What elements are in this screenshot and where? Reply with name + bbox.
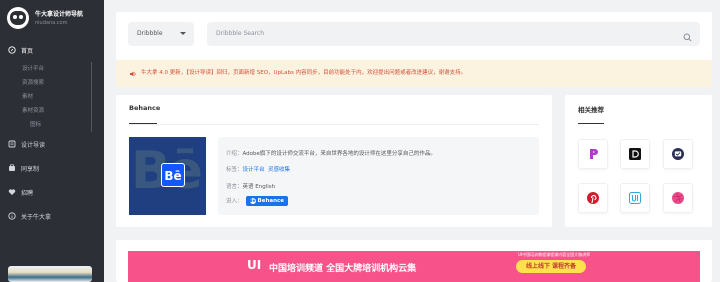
behance-logo-badge: Bē — [161, 163, 185, 187]
chevron-down-icon — [180, 32, 186, 35]
banner-text: 中国培训频道 全国大牌培训机构云集 — [269, 264, 417, 274]
search-engine-select[interactable]: Dribbble — [128, 22, 194, 46]
sidebar-item-label: 关于牛大拿 — [21, 213, 52, 221]
submenu-child-item[interactable]: 图标 — [22, 118, 91, 132]
related-site-uplabs[interactable] — [620, 183, 650, 213]
related-site-screens[interactable] — [663, 139, 693, 169]
notice-bar: 牛大拿 4.0 更新，【设计导读】回归，页面新增 SEO，UpLabs 内容同步… — [116, 60, 712, 87]
search-placeholder: Dribbble Search — [216, 30, 265, 37]
sidebar-item-share[interactable]: 同享制 — [0, 156, 104, 180]
intro-row: 介绍：Adobe旗下的设计师交流平台，来自世界各地的设计师在这里分享自己的作品。 — [226, 149, 436, 157]
search-card: Dribbble Dribbble Search — [116, 12, 712, 60]
uplabs-icon — [629, 192, 641, 204]
compass-icon — [8, 46, 16, 54]
behance-logo-image[interactable]: Bē Bē — [129, 137, 206, 215]
article-icon — [8, 140, 16, 148]
visit-button-label: Behance — [257, 198, 284, 204]
related-site-dribbble[interactable] — [663, 183, 693, 213]
home-submenu: 设计平台 资源搜索 素材 素材资源 图标 — [22, 62, 92, 132]
sidebar-nav: 首页 设计平台 资源搜索 素材 素材资源 图标 设计导读 同享制 招聘 关于牛大… — [0, 38, 104, 228]
visit-behance-button[interactable]: Bē Behance — [245, 196, 288, 206]
related-card: 相关推荐 — [565, 95, 712, 227]
info-icon — [8, 212, 16, 220]
title-underline — [578, 123, 604, 124]
related-site-pinterest[interactable] — [578, 183, 608, 213]
intro-value: Adobe旗下的设计师交流平台，来自世界各地的设计师在这里分享自己的作品。 — [242, 151, 436, 157]
sidebar-item-home[interactable]: 首页 — [0, 38, 104, 62]
ad-banner[interactable]: UI 中国培训频道 全国大牌培训机构云集 UI中国培训教程课程课内容全国大咖讲师… — [128, 251, 700, 282]
language-row: 语言：英语 English — [226, 182, 275, 190]
dribbble-icon — [672, 192, 684, 204]
speaker-icon — [129, 70, 137, 78]
language-label: 语言： — [226, 184, 243, 190]
sidebar: 牛大拿设计师导航 niudana.com 首页 设计平台 资源搜索 素材 素材资… — [0, 0, 104, 282]
related-site-dribbble-d[interactable] — [620, 139, 650, 169]
search-icon[interactable] — [683, 29, 692, 53]
submenu-item[interactable]: 素材资源 — [22, 104, 91, 118]
search-engine-label: Dribbble — [137, 30, 163, 37]
site-detail-card: Behance Bē Bē 介绍：Adobe旗下的设计师交流平台，来自世界各地的… — [116, 95, 552, 227]
share-icon — [8, 164, 16, 172]
sidebar-thumbnail[interactable] — [8, 266, 92, 282]
notice-text: 牛大拿 4.0 更新，【设计导读】回归，页面新增 SEO，UpLabs 内容同步… — [141, 70, 467, 76]
sidebar-item-label: 设计导读 — [21, 141, 46, 149]
submenu-item[interactable]: 资源搜索 — [22, 76, 91, 90]
site-title: Behance — [129, 104, 161, 112]
logo-icon — [7, 7, 29, 29]
banner-small-text: UI中国培训教程课程课内容全国大咖讲师 — [518, 252, 591, 257]
submenu-item[interactable]: 设计平台 — [22, 62, 91, 76]
enter-row: 进入： Bē Behance — [226, 196, 288, 206]
language-value: 英语 English — [242, 184, 276, 190]
search-input[interactable]: Dribbble Search — [207, 22, 700, 46]
heart-icon — [8, 188, 16, 196]
ad-banner-card: UI 中国培训频道 全国大牌培训机构云集 UI中国培训教程课程课内容全国大咖讲师… — [116, 240, 712, 282]
related-title: 相关推荐 — [578, 106, 604, 114]
screens-icon — [672, 148, 684, 160]
enter-label: 进入： — [226, 198, 243, 205]
sidebar-item-label: 首页 — [21, 47, 34, 55]
submenu-item[interactable]: 素材 — [22, 90, 91, 104]
behance-icon: Bē — [249, 198, 256, 204]
divider — [129, 124, 539, 125]
intro-label: 介绍： — [226, 151, 243, 157]
tag-link[interactable]: 灵感收集 — [268, 167, 290, 173]
banner-tag[interactable]: 线上线下 课程齐备 — [516, 260, 586, 273]
d-logo-icon — [629, 148, 641, 160]
sidebar-item-about[interactable]: 关于牛大拿 — [0, 204, 104, 228]
logo-title: 牛大拿设计师导航 — [35, 10, 84, 18]
logo-subtitle: niudana.com — [35, 19, 68, 26]
tags-row: 标签：设计平台 灵感收集 — [226, 165, 290, 173]
related-site-protopie[interactable] — [578, 139, 608, 169]
title-underline — [129, 123, 157, 124]
tags-label: 标签： — [226, 167, 243, 173]
sidebar-item-jobs[interactable]: 招聘 — [0, 180, 104, 204]
site-info-panel: 介绍：Adobe旗下的设计师交流平台，来自世界各地的设计师在这里分享自己的作品。… — [218, 137, 539, 215]
sidebar-item-label: 同享制 — [21, 165, 40, 173]
logo[interactable]: 牛大拿设计师导航 niudana.com — [7, 7, 83, 29]
sidebar-item-label: 招聘 — [21, 189, 34, 197]
tag-link[interactable]: 设计平台 — [243, 167, 265, 173]
sidebar-item-design-guide[interactable]: 设计导读 — [0, 132, 104, 156]
banner-logo: UI — [247, 258, 262, 272]
pinterest-icon — [587, 192, 599, 204]
protopie-icon — [590, 149, 598, 159]
